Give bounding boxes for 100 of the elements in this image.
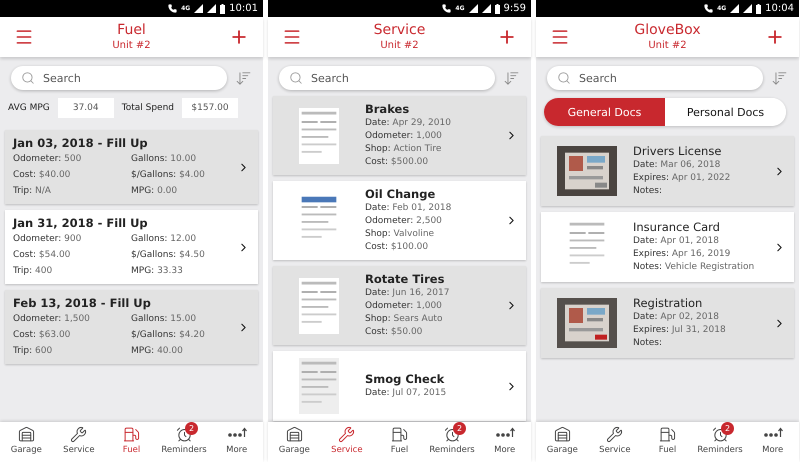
segment-tab[interactable]: Personal Docs xyxy=(665,98,786,126)
fill-up-card[interactable]: Jan 31, 2018 - Fill Up Odometer: 900 Gallons: 12.00 Cost: $54.00 $/Gallons: $4.50 Trip: 400 MPG: 33.33 xyxy=(5,210,258,284)
card-field: $/Gallons: $4.20 xyxy=(131,329,229,342)
service-card[interactable]: Oil Change Date: Feb 01, 2018 Odometer: 2,500 Shop: Valvoline Cost: $100.00 xyxy=(273,181,526,260)
document-card[interactable]: Insurance Card Date: Apr 01, 2018 Expires: Apr 16, 2019 Notes: Vehicle Registration xyxy=(541,212,794,282)
wrench-icon xyxy=(338,426,356,443)
document-card[interactable]: Drivers License Date: Mar 06, 2018 Expires: Apr 01, 2022 Notes: xyxy=(541,136,794,206)
service-card[interactable]: Smog Check Date: Jul 07, 2015 xyxy=(273,351,526,421)
nav-tab[interactable]: Garage xyxy=(536,422,589,462)
alarm-clock-icon xyxy=(712,426,729,443)
card-field: Cost: $63.00 xyxy=(13,329,131,342)
garage-icon xyxy=(18,426,35,443)
card-field: Odometer: 1,000 xyxy=(365,130,497,143)
segment-tab[interactable]: General Docs xyxy=(544,98,665,126)
nav-tab[interactable]: Garage xyxy=(0,422,53,462)
card-field: $/Gallons: $4.00 xyxy=(131,169,229,182)
card-field: Notes: xyxy=(633,337,765,350)
card-field: Date: Apr 01, 2018 xyxy=(633,235,765,248)
phone-icon xyxy=(168,4,178,13)
nav-tab[interactable]: Fuel xyxy=(105,422,158,462)
phone-icon xyxy=(442,4,452,13)
wrench-icon xyxy=(70,426,88,443)
garage-icon xyxy=(554,426,571,443)
card-field: Date: Mar 06, 2018 xyxy=(633,159,765,172)
nav-tab[interactable]: Service xyxy=(52,422,106,462)
service-card[interactable]: Rotate Tires Date: Jun 16, 2017 Odometer: 1,000 Shop: Sears Auto Cost: $50.00 xyxy=(273,266,526,345)
search-icon xyxy=(21,71,35,85)
count-badge: 2 xyxy=(453,422,466,435)
card-field: MPG: 40.00 xyxy=(131,345,229,358)
card-field: Notes: xyxy=(633,185,765,198)
screen-title: Service xyxy=(374,22,426,39)
card-field: Date: Jul 07, 2015 xyxy=(365,387,497,400)
stat-label: Total Spend xyxy=(122,103,174,113)
card-field: Cost: $54.00 xyxy=(13,249,131,262)
card-field: Trip: 400 xyxy=(13,265,131,278)
battery-icon xyxy=(756,4,762,14)
search-field[interactable]: Search xyxy=(11,66,227,90)
battery-icon xyxy=(220,4,226,14)
card-field: Shop: Valvoline xyxy=(365,228,497,241)
nav-tab[interactable]: Fuel xyxy=(373,422,426,462)
card-field: Gallons: 10.00 xyxy=(131,153,229,166)
card-field: Odometer: 500 xyxy=(13,153,131,166)
fuel-pump-icon xyxy=(658,426,676,443)
nav-tab[interactable]: Reminders 2 xyxy=(694,422,746,462)
card-field: Trip: N/A xyxy=(13,185,131,198)
card-title: Insurance Card xyxy=(633,220,721,235)
search-field[interactable]: Search xyxy=(279,66,495,90)
sort-icon xyxy=(235,70,252,86)
card-field: Gallons: 12.00 xyxy=(131,233,229,246)
card-field: Odometer: 2,500 xyxy=(365,215,497,228)
stat-value: $157.00 xyxy=(182,98,238,118)
document-card[interactable]: Registration Date: Apr 02, 2018 Expires: Jul 31, 2018 Notes: xyxy=(541,288,794,358)
search-field[interactable]: Search xyxy=(547,66,763,90)
card-title: Drivers License xyxy=(633,144,722,159)
unit-subtitle: Unit #2 xyxy=(648,39,687,52)
sort-icon xyxy=(503,70,520,86)
nav-tab[interactable]: Service xyxy=(588,422,642,462)
card-title: Rotate Tires xyxy=(365,272,446,287)
clock-time: 10:04 xyxy=(765,3,794,14)
card-title: Brakes xyxy=(365,102,410,117)
card-field: Odometer: 1,500 xyxy=(13,313,131,326)
card-field: Cost: $500.00 xyxy=(365,156,497,169)
card-field: Odometer: 900 xyxy=(13,233,131,246)
screen-title: GloveBox xyxy=(634,22,701,39)
search-icon xyxy=(557,71,571,85)
fill-up-card[interactable]: Feb 13, 2018 - Fill Up Odometer: 1,500 Gallons: 15.00 Cost: $63.00 $/Gallons: $4.20 Trip: 600 MPG: 40.00 xyxy=(5,290,258,364)
nav-tab[interactable]: More xyxy=(210,422,263,462)
card-field: Date: Jun 16, 2017 xyxy=(365,287,497,300)
clock-time: 9:59 xyxy=(504,3,526,14)
card-field: Date: Apr 29, 2010 xyxy=(365,117,497,130)
card-field: Expires: Apr 16, 2019 xyxy=(633,248,765,261)
unit-subtitle: Unit #2 xyxy=(380,39,419,52)
screen-title: Fuel xyxy=(117,22,146,39)
nav-tab[interactable]: Fuel xyxy=(641,422,694,462)
card-field: Expires: Jul 31, 2018 xyxy=(633,324,765,337)
card-field: Odometer: 1,000 xyxy=(365,300,497,313)
unit-subtitle: Unit #2 xyxy=(112,39,151,52)
fuel-pump-icon xyxy=(390,426,408,443)
battery-icon xyxy=(494,4,500,14)
card-field: Date: Apr 02, 2018 xyxy=(633,311,765,324)
sort-button[interactable] xyxy=(503,70,520,86)
nav-tab[interactable]: Garage xyxy=(268,422,321,462)
sort-button[interactable] xyxy=(235,70,252,86)
nav-tab[interactable]: Reminders 2 xyxy=(158,422,210,462)
card-field: Gallons: 15.00 xyxy=(131,313,229,326)
nav-tab[interactable]: Reminders 2 xyxy=(426,422,478,462)
wrench-icon xyxy=(606,426,624,443)
phone-icon xyxy=(704,4,714,13)
fuel-pump-icon xyxy=(122,426,140,443)
sort-button[interactable] xyxy=(771,70,788,86)
fill-up-card[interactable]: Jan 03, 2018 - Fill Up Odometer: 500 Gallons: 10.00 Cost: $40.00 $/Gallons: $4.00 Trip: N/A MPG: 0.00 xyxy=(5,130,258,204)
nav-tab[interactable]: Service xyxy=(320,422,374,462)
card-field: $/Gallons: $4.50 xyxy=(131,249,229,262)
alarm-clock-icon xyxy=(176,426,193,443)
garage-icon xyxy=(286,426,303,443)
nav-tab[interactable]: More xyxy=(746,422,799,462)
nav-tab[interactable]: More xyxy=(478,422,531,462)
card-field: Notes: Vehicle Registration xyxy=(633,261,765,274)
card-title: Feb 13, 2018 - Fill Up xyxy=(13,296,152,311)
service-card[interactable]: Brakes Date: Apr 29, 2010 Odometer: 1,000 Shop: Action Tire Cost: $500.00 xyxy=(273,96,526,175)
